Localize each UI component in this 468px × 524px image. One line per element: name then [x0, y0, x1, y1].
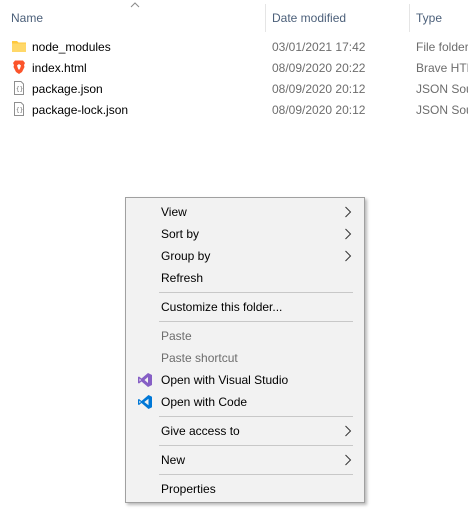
menu-separator: [159, 292, 353, 293]
sort-ascending-icon: [130, 2, 140, 8]
menu-item-label: New: [161, 453, 186, 467]
menu-item-give-access-to[interactable]: Give access to: [128, 420, 362, 442]
menu-item-sort-by[interactable]: Sort by: [128, 223, 362, 245]
column-header: Name Date modified Type: [0, 0, 468, 34]
menu-item-label: Properties: [161, 482, 216, 496]
chevron-right-icon: [345, 425, 352, 437]
folder-icon: [12, 41, 26, 52]
file-name: node_modules: [32, 40, 111, 54]
menu-item-refresh[interactable]: Refresh: [128, 267, 362, 289]
vscode-icon: [138, 395, 152, 409]
file-type: JSON Source File: [416, 82, 468, 96]
menu-item-open-visual-studio[interactable]: Open with Visual Studio: [128, 369, 362, 391]
chevron-right-icon: [345, 250, 352, 262]
menu-item-label: Open with Visual Studio: [161, 373, 289, 387]
file-name: package-lock.json: [32, 103, 129, 117]
file-date: 08/09/2020 20:12: [272, 82, 366, 96]
menu-item-label: Paste: [161, 329, 192, 343]
brave-icon: [13, 60, 25, 74]
file-type: File folder: [416, 40, 468, 54]
column-header-date-modified[interactable]: Date modified: [272, 11, 346, 25]
menu-item-view[interactable]: View: [128, 201, 362, 223]
json-file-icon: {}: [14, 102, 24, 116]
menu-separator: [159, 321, 353, 322]
menu-item-label: Refresh: [161, 271, 204, 285]
file-type: JSON Source File: [416, 103, 468, 117]
menu-item-paste-shortcut[interactable]: Paste shortcut: [128, 347, 362, 369]
menu-item-label: View: [161, 205, 187, 219]
column-header-type[interactable]: Type: [416, 11, 442, 25]
column-divider[interactable]: [409, 4, 410, 32]
chevron-right-icon: [345, 228, 352, 240]
file-row-index-html[interactable]: index.html 08/09/2020 20:22 Brave HTML D…: [0, 57, 468, 78]
menu-item-label: Give access to: [161, 424, 240, 438]
context-menu: View Sort by Group by Refresh Customize …: [125, 197, 365, 503]
chevron-right-icon: [345, 206, 352, 218]
svg-text:{}: {}: [16, 107, 23, 114]
menu-separator: [159, 445, 353, 446]
file-row-package-json[interactable]: {} package.json 08/09/2020 20:12 JSON So…: [0, 78, 468, 99]
menu-item-open-with-code[interactable]: Open with Code: [128, 391, 362, 413]
menu-item-label: Paste shortcut: [161, 351, 238, 365]
json-file-icon: {}: [14, 81, 24, 95]
menu-item-new[interactable]: New: [128, 449, 362, 471]
file-name: package.json: [32, 82, 103, 96]
file-name: index.html: [32, 61, 87, 75]
file-row-node-modules[interactable]: node_modules 03/01/2021 17:42 File folde…: [0, 36, 468, 57]
chevron-right-icon: [345, 454, 352, 466]
menu-item-label: Sort by: [161, 227, 200, 241]
menu-separator: [159, 416, 353, 417]
file-date: 03/01/2021 17:42: [272, 40, 366, 54]
menu-separator: [159, 474, 353, 475]
menu-item-customize-folder[interactable]: Customize this folder...: [128, 296, 362, 318]
column-header-name[interactable]: Name: [11, 11, 43, 25]
file-type: Brave HTML Document: [416, 61, 468, 75]
menu-item-label: Customize this folder...: [161, 300, 283, 314]
file-date: 08/09/2020 20:12: [272, 103, 366, 117]
menu-item-paste[interactable]: Paste: [128, 325, 362, 347]
menu-item-label: Group by: [161, 249, 211, 263]
file-date: 08/09/2020 20:22: [272, 61, 366, 75]
menu-item-label: Open with Code: [161, 395, 248, 409]
menu-item-properties[interactable]: Properties: [128, 478, 362, 500]
menu-item-group-by[interactable]: Group by: [128, 245, 362, 267]
column-divider[interactable]: [265, 4, 266, 32]
visual-studio-icon: [138, 373, 152, 387]
file-row-package-lock-json[interactable]: {} package-lock.json 08/09/2020 20:12 JS…: [0, 99, 468, 120]
svg-text:{}: {}: [16, 86, 23, 93]
